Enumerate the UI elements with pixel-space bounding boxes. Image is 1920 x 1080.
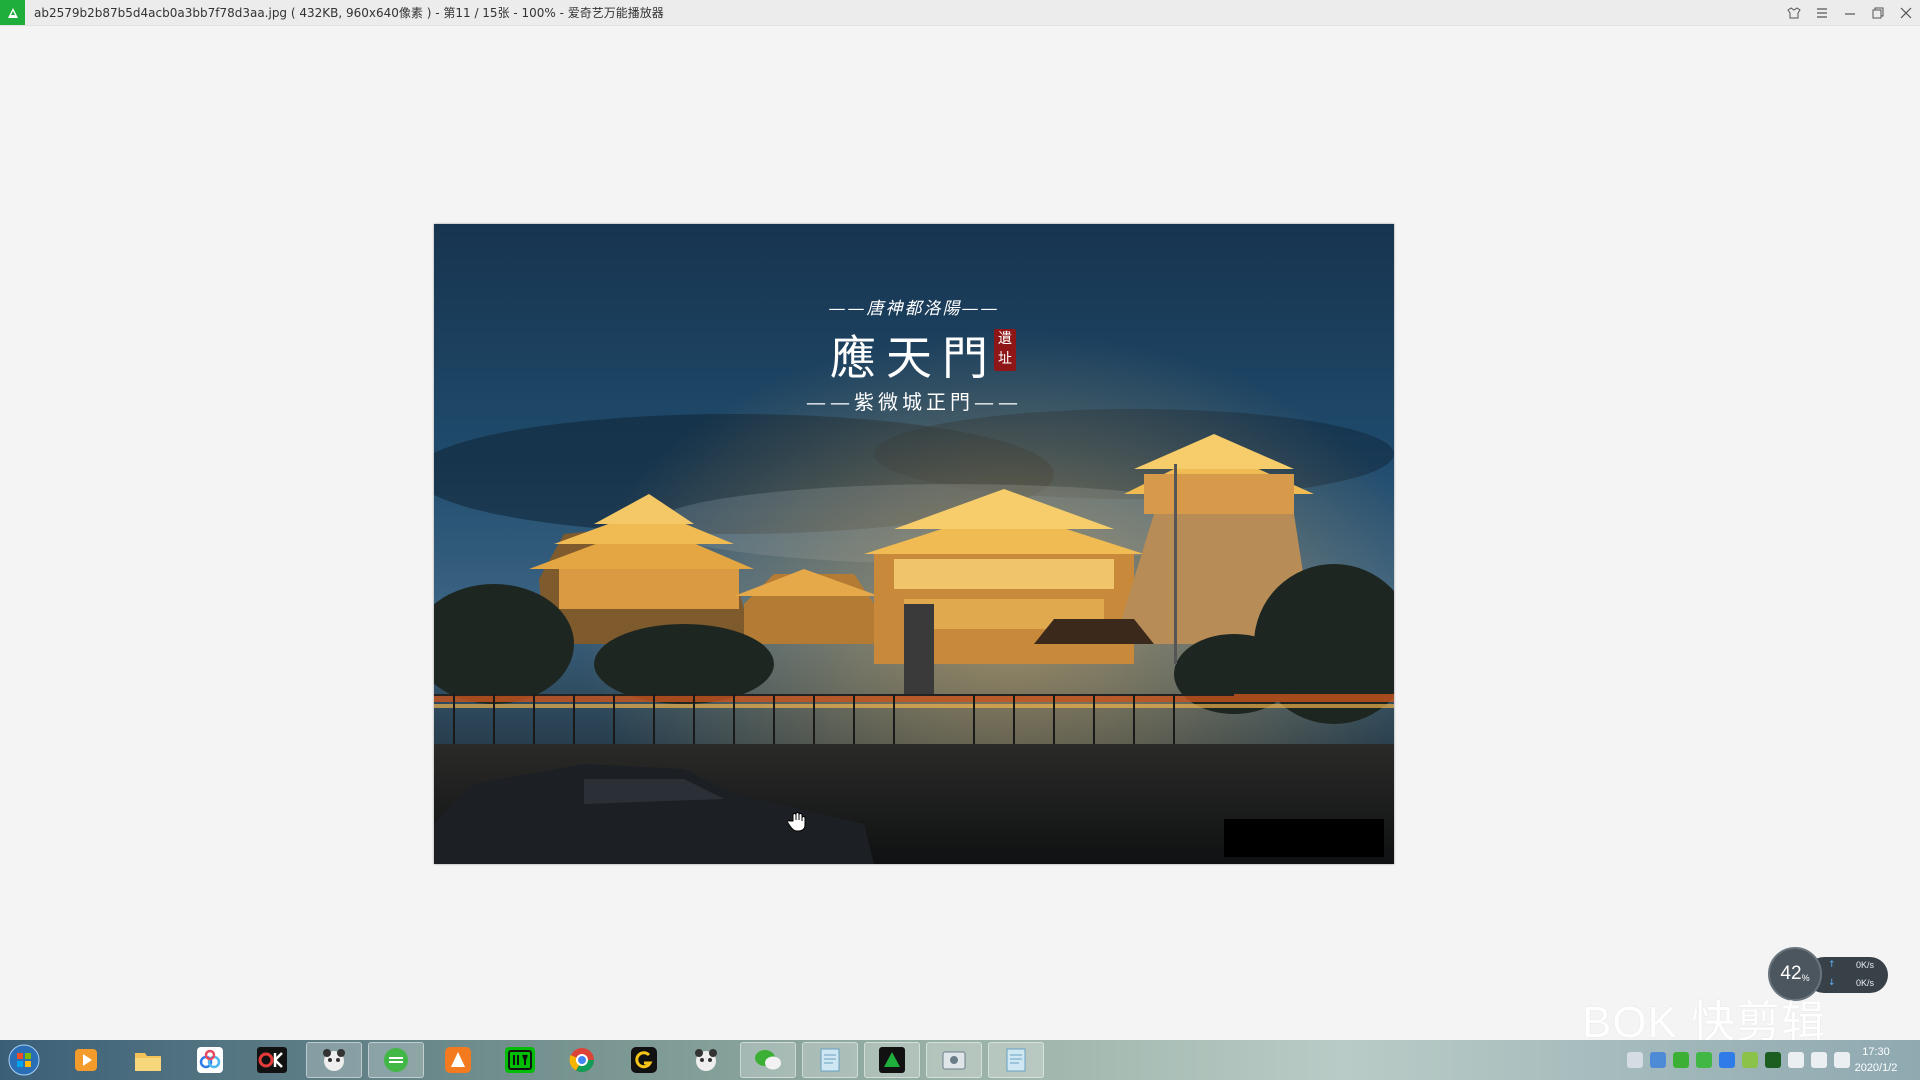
taskbar-clock[interactable]: 17:30 2020/1/2 — [1848, 1044, 1904, 1076]
title-bar: ab2579b2b87b5d4acb0a3bb7f78d3aa.jpg ( 43… — [0, 0, 1920, 26]
clock-date: 2020/1/2 — [1854, 1062, 1898, 1074]
cpu-usage-value: 42 — [1780, 963, 1802, 984]
restore-icon[interactable] — [1864, 0, 1892, 25]
app-tool-icon[interactable] — [926, 1042, 982, 1078]
app-fox-icon[interactable] — [430, 1042, 486, 1078]
ok-recorder-icon[interactable] — [244, 1042, 300, 1078]
network-icon[interactable] — [1742, 1052, 1758, 1068]
app-panda-2-icon[interactable] — [678, 1042, 734, 1078]
g-app-icon[interactable] — [616, 1042, 672, 1078]
hand-cursor-icon — [787, 812, 806, 836]
taskbar: 17:30 2020/1/2 — [0, 1040, 1920, 1080]
upload-speed: 0K/s — [1856, 960, 1875, 970]
media-player-icon[interactable] — [58, 1042, 114, 1078]
minimize-icon[interactable] — [1836, 0, 1864, 25]
shield-icon[interactable] — [1719, 1052, 1735, 1068]
photo-image — [434, 224, 1394, 864]
baidu-netdisk-icon[interactable] — [182, 1042, 238, 1078]
nvidia-icon[interactable] — [1765, 1052, 1781, 1068]
menu-icon[interactable] — [1808, 0, 1836, 25]
volume-icon[interactable] — [1811, 1052, 1827, 1068]
start-orb-icon[interactable] — [4, 1042, 44, 1078]
photo-caption-top: ——唐神都洛陽—— — [828, 299, 1000, 319]
app-panda-icon[interactable] — [306, 1042, 362, 1078]
keyboard-icon[interactable] — [1627, 1052, 1643, 1068]
tray-app-icon[interactable] — [1650, 1052, 1666, 1068]
iqiyi-icon[interactable] — [492, 1042, 548, 1078]
wechat-tray-icon[interactable] — [1673, 1052, 1689, 1068]
photo-seal: 遺址 — [994, 329, 1016, 371]
iqiyi-tray-icon[interactable] — [1696, 1052, 1712, 1068]
download-speed: 0K/s — [1856, 978, 1875, 988]
window-title: ab2579b2b87b5d4acb0a3bb7f78d3aa.jpg ( 43… — [34, 6, 664, 20]
cpu-usage-unit: % — [1801, 973, 1810, 983]
chrome-icon[interactable] — [554, 1042, 610, 1078]
iqiyi-player-logo-icon[interactable] — [0, 0, 25, 25]
clock-time: 17:30 — [1862, 1046, 1890, 1058]
flag-icon[interactable] — [1788, 1052, 1804, 1068]
notepad-2-icon[interactable] — [988, 1042, 1044, 1078]
wechat-icon[interactable] — [740, 1042, 796, 1078]
upload-arrow-icon: ↑ — [1828, 960, 1836, 970]
photo-caption-sub: ——紫微城正門—— — [806, 390, 1022, 414]
photo-caption-main: 應天門 — [830, 331, 998, 385]
window-controls — [1780, 0, 1920, 25]
skin-icon[interactable] — [1780, 0, 1808, 25]
iqiyi-green-icon[interactable] — [368, 1042, 424, 1078]
iqiyi-player-icon[interactable] — [864, 1042, 920, 1078]
system-tray — [1627, 1052, 1850, 1068]
image-viewer-area[interactable]: ——唐神都洛陽—— 應天門 遺址 ——紫微城正門—— 42% ↑ 0K/s ↓ … — [0, 26, 1920, 1047]
notepad-icon[interactable] — [802, 1042, 858, 1078]
file-explorer-icon[interactable] — [120, 1042, 176, 1078]
redaction-box — [1224, 819, 1384, 857]
close-icon[interactable] — [1892, 0, 1920, 25]
displayed-photo[interactable]: ——唐神都洛陽—— 應天門 遺址 ——紫微城正門—— — [434, 224, 1394, 864]
download-arrow-icon: ↓ — [1828, 978, 1836, 988]
